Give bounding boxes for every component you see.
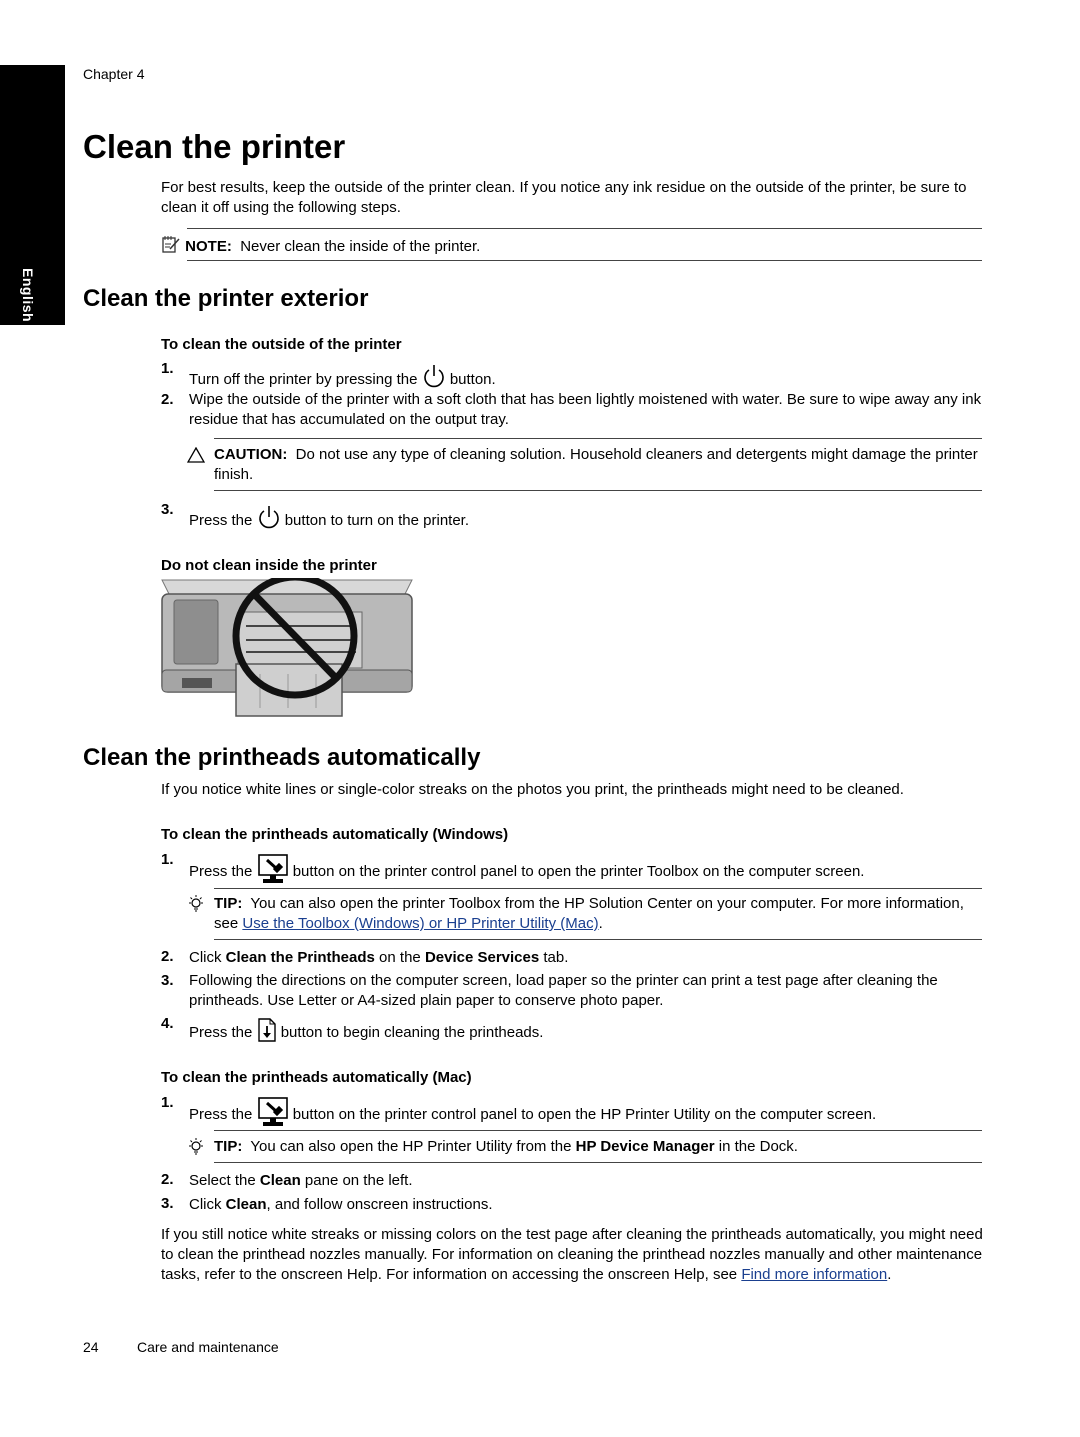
step-text: Select the Clean pane on the left.: [189, 1172, 413, 1189]
subheading-outside: To clean the outside of the printer: [161, 336, 402, 353]
tip-box-mac: TIP: You can also open the HP Printer Ut…: [214, 1138, 798, 1155]
step-text: Press the button on the printer control …: [189, 1097, 876, 1133]
tip-top-rule: [214, 1130, 982, 1131]
note-text: Never clean the inside of the printer.: [240, 237, 481, 255]
tip-box-windows: TIP: You can also open the printer Toolb…: [214, 895, 964, 932]
note-bottom-rule: [187, 260, 982, 261]
note-top-rule: [187, 228, 982, 229]
caution-triangle-icon: [186, 446, 206, 468]
caution-box: CAUTION: Do not use any type of cleaning…: [214, 445, 984, 485]
page-number: 24: [83, 1339, 99, 1355]
page-title: Clean the printer: [83, 128, 346, 165]
lightbulb-icon: [186, 1137, 206, 1162]
section-heading-printheads: Clean the printheads automatically: [83, 744, 481, 771]
caution-label: CAUTION:: [214, 446, 288, 463]
printheads-intro: If you notice white lines or single-colo…: [161, 781, 904, 798]
step-number: 1.: [161, 360, 174, 377]
step-text: Press the button to begin cleaning the p…: [189, 1018, 543, 1048]
printer-no-clean-illustration: [160, 573, 415, 723]
find-more-information-link[interactable]: Find more information: [741, 1266, 887, 1283]
step-number: 3.: [161, 1195, 174, 1212]
step-text: Click Clean, and follow onscreen instruc…: [189, 1196, 493, 1213]
note-icon: [161, 235, 181, 259]
step-number: 2.: [161, 1171, 174, 1188]
step-text: Press the button to turn on the printer.: [189, 505, 469, 537]
tip-label: TIP:: [214, 895, 243, 912]
lightbulb-icon: [186, 894, 206, 919]
tip-bottom-rule: [214, 1162, 982, 1163]
note-box: NOTE: Never clean the inside of the prin…: [161, 235, 480, 259]
intro-paragraph: For best results, keep the outside of th…: [161, 179, 967, 216]
power-icon: [257, 505, 281, 537]
caution-text: Do not use any type of cleaning solution…: [214, 446, 978, 483]
subheading-mac: To clean the printheads automatically (M…: [161, 1069, 472, 1086]
section-heading-exterior: Clean the printer exterior: [83, 285, 369, 312]
note-label: NOTE:: [185, 237, 232, 255]
toolbox-icon: [257, 854, 289, 890]
step-text: Following the directions on the computer…: [189, 972, 938, 1009]
tip-top-rule: [214, 888, 982, 889]
caution-bottom-rule: [214, 490, 982, 491]
step-number: 3.: [161, 501, 174, 518]
step-text: Wipe the outside of the printer with a s…: [189, 391, 982, 428]
footer-section-title: Care and maintenance: [137, 1339, 279, 1355]
step-number: 2.: [161, 948, 174, 965]
step-text: Press the button on the printer control …: [189, 854, 864, 890]
step-number: 1.: [161, 851, 174, 868]
caution-top-rule: [214, 438, 982, 439]
tip-bottom-rule: [214, 939, 982, 940]
chapter-label: Chapter 4: [83, 66, 145, 82]
language-tab-label: English: [20, 268, 36, 323]
closing-paragraph: If you still notice white streaks or mis…: [161, 1226, 983, 1283]
figure-caption: Do not clean inside the printer: [161, 557, 377, 574]
subheading-windows: To clean the printheads automatically (W…: [161, 826, 509, 843]
step-number: 1.: [161, 1094, 174, 1111]
print-download-icon: [257, 1018, 277, 1048]
toolbox-link[interactable]: Use the Toolbox (Windows) or HP Printer …: [242, 915, 598, 932]
step-number: 4.: [161, 1015, 174, 1032]
step-text: Click Clean the Printheads on the Device…: [189, 949, 569, 966]
step-number: 2.: [161, 391, 174, 408]
step-number: 3.: [161, 972, 174, 989]
toolbox-icon: [257, 1097, 289, 1133]
tip-label: TIP:: [214, 1138, 243, 1155]
